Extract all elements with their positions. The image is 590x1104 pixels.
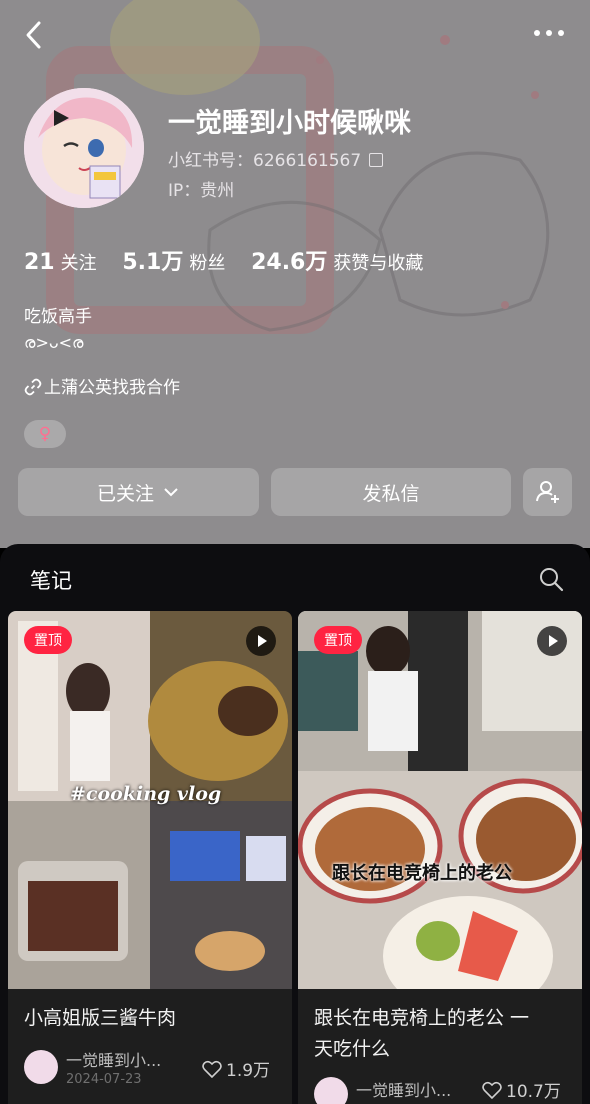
- stat-likes-label: 获赞与收藏: [333, 253, 424, 274]
- like-count-value: 10.7万: [506, 1082, 561, 1102]
- stat-likes-count: 24.6万: [251, 250, 328, 275]
- note-title-line-2: 天吃什么: [314, 1038, 391, 1060]
- stat-followers[interactable]: 5.1万 粉丝: [122, 244, 225, 276]
- more-icon[interactable]: [530, 20, 568, 46]
- pinned-badge: 置顶: [24, 626, 72, 654]
- note-title-line-1: 跟长在电竞椅上的老公 一: [314, 1007, 530, 1029]
- message-button-label: 发私信: [362, 482, 420, 505]
- tab-notes[interactable]: 笔记: [30, 565, 72, 595]
- bio-line-1: 吃饭高手: [24, 307, 92, 327]
- like-count[interactable]: 10.7万: [482, 1077, 561, 1102]
- message-button[interactable]: 发私信: [271, 468, 511, 516]
- avatar[interactable]: [24, 88, 144, 208]
- search-icon[interactable]: [538, 566, 564, 592]
- add-friend-button[interactable]: [523, 468, 572, 516]
- note-date: 2024-07-23: [66, 1072, 142, 1087]
- cover-caption: 跟长在电竞椅上的老公: [332, 863, 512, 884]
- stat-following-label: 关注: [60, 253, 97, 274]
- stat-following-count: 21: [24, 250, 55, 275]
- bio-line-2: ര>ᴗ<ര: [24, 333, 84, 352]
- author-name[interactable]: 一觉睡到小...: [356, 1077, 451, 1101]
- note-cover-image: [298, 611, 582, 989]
- copy-icon[interactable]: [369, 153, 384, 167]
- female-icon: ♀: [38, 424, 52, 444]
- cooperation-link-text: 上蒲公英找我合作: [44, 378, 180, 398]
- ip-location: IP：贵州: [168, 181, 235, 201]
- chevron-down-icon: [164, 488, 178, 497]
- author-name[interactable]: 一觉睡到小...: [66, 1047, 161, 1071]
- nickname: 一觉睡到小时候啾咪: [168, 108, 411, 139]
- cover-caption: #cooking vlog: [70, 783, 222, 805]
- cooperation-link[interactable]: 上蒲公英找我合作: [24, 373, 180, 398]
- play-icon: [537, 626, 567, 656]
- stats-row: 21 关注 5.1万 粉丝 24.6万 获赞与收藏: [24, 244, 443, 276]
- like-count[interactable]: 1.9万: [202, 1056, 270, 1081]
- following-button[interactable]: 已关注: [18, 468, 259, 516]
- author-avatar[interactable]: [314, 1077, 348, 1104]
- profile-page: 一觉睡到小时候啾咪 小红书号：6266161567 IP：贵州 21 关注 5.1…: [0, 0, 590, 1104]
- like-count-value: 1.9万: [226, 1061, 271, 1081]
- stat-followers-label: 粉丝: [189, 253, 226, 274]
- back-icon[interactable]: [18, 18, 52, 52]
- pinned-badge: 置顶: [314, 626, 362, 654]
- note-title: 小高姐版三酱牛肉: [24, 1007, 177, 1029]
- gender-tag: ♀: [24, 420, 66, 448]
- avatar-illustration: [24, 88, 144, 208]
- stat-likes-collects[interactable]: 24.6万 获赞与收藏: [251, 244, 423, 276]
- profile-header: 一觉睡到小时候啾咪 小红书号：6266161567 IP：贵州 21 关注 5.1…: [0, 0, 590, 548]
- heart-icon: [202, 1060, 222, 1079]
- link-icon: [24, 378, 42, 396]
- red-id[interactable]: 小红书号：6266161567: [168, 146, 384, 171]
- play-icon: [246, 626, 276, 656]
- add-friend-icon: [535, 481, 559, 503]
- author-avatar[interactable]: [24, 1050, 58, 1084]
- stat-following[interactable]: 21 关注: [24, 249, 97, 275]
- red-id-text: 小红书号：6266161567: [168, 151, 362, 171]
- following-button-label: 已关注: [96, 482, 154, 505]
- heart-icon: [482, 1081, 502, 1100]
- stat-followers-count: 5.1万: [122, 250, 184, 275]
